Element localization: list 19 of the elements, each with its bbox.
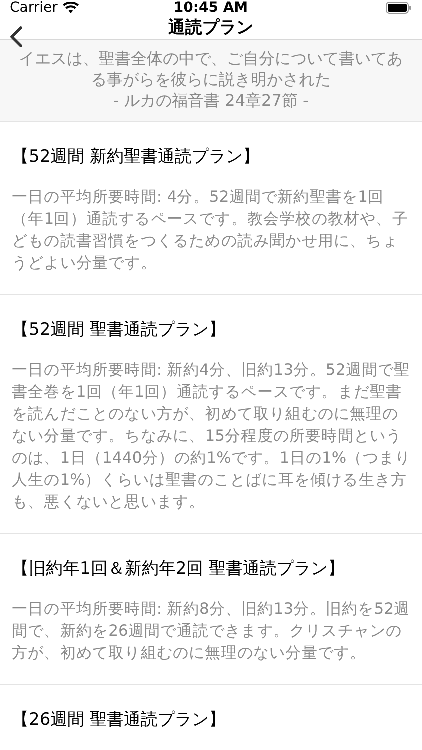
- quote-text: イエスは、聖書全体の中で、ご自分について書いてある事がらを彼らに説き明かされた: [18, 48, 404, 90]
- plan-row[interactable]: 【52週間 新約聖書通読プラン】 一日の平均所要時間: 4分。52週間で新約聖書を1回（年1回）通読するペースです。教会学校の教材や、子どもの読書習慣をつくるための読み聞かせ用に、ちょうどよい分量です。: [0, 122, 422, 295]
- plan-description: 一日の平均所要時間: 4分。52週間で新約聖書を1回（年1回）通読するペースです。教会学校の教材や、子どもの読書習慣をつくるための読み聞かせ用に、ちょうどよい分量です。: [12, 187, 410, 274]
- plan-title: 【52週間 新約聖書通読プラン】: [12, 146, 262, 168]
- plan-description: 一日の平均所要時間: 新約8分、旧約13分。旧約を52週間で、新約を26週間で通読できます。クリスチャンの方が、初めて取り組むのに無理のない分量です。: [12, 599, 412, 664]
- nav-title: 通読プラン: [168, 17, 254, 39]
- plan-title: 【26週間 聖書通読プラン】: [12, 709, 228, 731]
- plan-title: 【旧約年1回＆新約年2回 聖書通読プラン】: [12, 558, 346, 580]
- plan-row[interactable]: 【旧約年1回＆新約年2回 聖書通読プラン】 一日の平均所要時間: 新約8分、旧約13分。旧約を52週間で、新約を26週間で通読できます。クリスチャンの方が、初めて取り組むのに無理のない分量です。: [0, 534, 422, 685]
- battery-icon: [386, 2, 412, 14]
- plan-description: 一日の平均所要時間: 新約4分、旧約13分。52週間で聖書全巻を1回（年1回）通読するペースです。まだ聖書を読んだことのない方が、初めて取り組むのに無理のない分量です。ちなみに、15分程度の所要時間というのは、1日（1440分）の約1%です。1日の1%（つまり人生の1%）くらいは聖書のことばに耳を傾ける生き方も、悪くないと思います。: [12, 360, 412, 513]
- plan-row[interactable]: 【26週間 聖書通読プラン】: [0, 685, 422, 750]
- back-chevron-icon: [10, 26, 23, 48]
- quote-source: - ルカの福音書 24章27節 -: [112, 90, 310, 111]
- status-time: 10:45 AM: [174, 0, 248, 16]
- plan-title: 【52週間 聖書通読プラン】: [12, 319, 228, 341]
- plan-row[interactable]: 【52週間 聖書通読プラン】 一日の平均所要時間: 新約4分、旧約13分。52週間で聖書全巻を1回（年1回）通読するペースです。まだ聖書を読んだことのない方が、初めて取り組むのに無理のない分量です。ちなみに、15分程度の所要時間というのは、1日（1440分）の約1%です。1日の1%（つまり人生の1%）くらいは聖書のことばに耳を傾ける生き方も、悪くないと思います。: [0, 295, 422, 534]
- carrier-label: Carrier: [10, 0, 58, 16]
- wifi-icon: [62, 2, 79, 14]
